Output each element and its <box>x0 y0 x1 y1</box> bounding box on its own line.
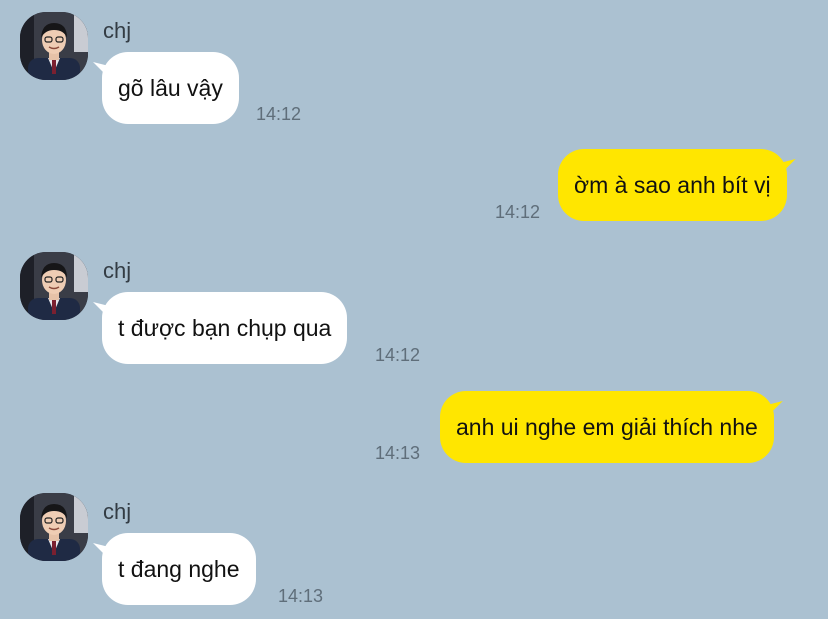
message-bubble[interactable]: anh ui nghe em giải thích nhe <box>440 391 774 463</box>
message-time: 14:12 <box>256 104 302 124</box>
avatar[interactable] <box>20 493 88 561</box>
sender-name: chj <box>103 499 132 524</box>
message-bubble[interactable]: t đang nghe <box>102 533 256 605</box>
message-bubble[interactable]: gõ lâu vậy <box>102 52 239 124</box>
avatar[interactable] <box>20 12 88 80</box>
message-time: 14:13 <box>375 443 421 463</box>
chat-area[interactable]: chj gõ lâu vậy 14:12 14:12 ờm à sao anh … <box>0 0 828 619</box>
avatar[interactable] <box>20 252 88 320</box>
message-bubble[interactable]: t được bạn chụp qua <box>102 292 348 364</box>
message-time: 14:13 <box>278 586 324 606</box>
sender-name: chj <box>103 18 132 43</box>
message-time: 14:12 <box>375 345 421 365</box>
sender-name: chj <box>103 258 132 283</box>
message-time: 14:12 <box>495 202 541 222</box>
message-bubble[interactable]: ờm à sao anh bít vị <box>558 149 787 221</box>
